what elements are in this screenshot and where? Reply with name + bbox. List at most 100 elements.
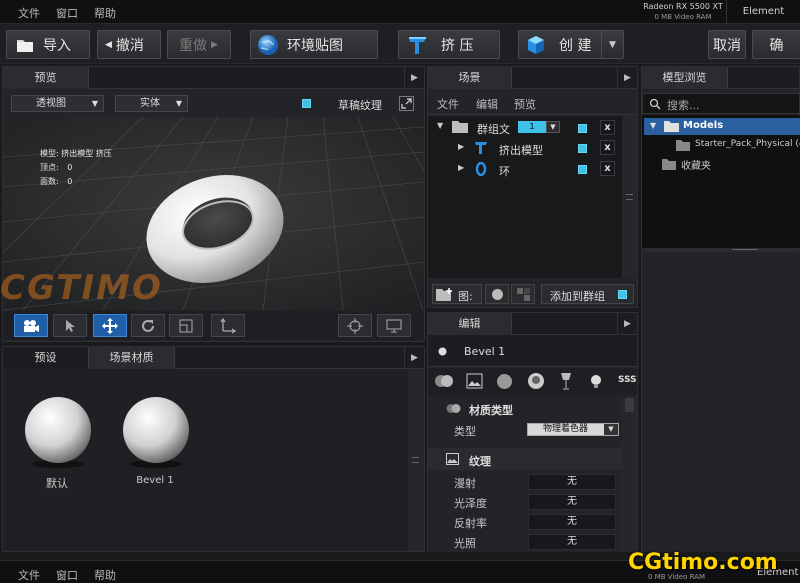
expand-down-icon[interactable]: ▼ [437,121,443,130]
glass-icon[interactable] [560,372,572,390]
add-to-group-button[interactable]: 添加到群组 [541,284,634,304]
edit-scrollbar[interactable] [622,396,637,552]
watermark-site: CGtimo.com [628,550,778,575]
view-mode-select[interactable]: 透视图 ▼ [11,95,104,112]
menu-bar: 文件 窗口 帮助 Radeon RX 5500 XT 0 MB Video RA… [0,0,800,24]
draft-texture-checkbox[interactable] [302,99,311,108]
image-icon [446,453,459,465]
tab-scene[interactable]: 场景 [428,67,512,89]
menu-window[interactable]: 窗口 [56,5,78,21]
scene-scrollbar[interactable] [622,116,637,278]
rotate-icon[interactable] [131,314,165,337]
undo-button[interactable]: ◀ 撤消 [97,30,161,59]
scale-icon[interactable] [169,314,203,337]
shade-mode-select[interactable]: 实体 ▼ [115,95,188,112]
texture-slot[interactable]: 无 [528,474,616,490]
presets-scrollbar[interactable] [408,369,424,551]
ok-button[interactable]: 确 [752,30,800,59]
tree-item-starter-pack[interactable]: Starter_Pack_Physical (4 [676,137,800,154]
scene-menu-preview[interactable]: 预览 [514,96,536,112]
arrow-left-icon: ◀ [105,39,112,50]
cancel-button[interactable]: 取消 [708,30,746,59]
browser-splitter[interactable] [642,248,800,252]
arrow-right-icon: ▶ [211,39,218,50]
delete-icon[interactable]: x [600,140,615,155]
scene-menu-edit[interactable]: 编辑 [476,96,498,112]
import-button[interactable]: 导入 [6,30,90,59]
env-sphere-icon[interactable] [527,372,545,390]
visibility-checkbox[interactable] [578,124,587,133]
browser-search-input[interactable]: 搜索... [642,93,800,114]
texture-row-diffuse: 漫射 无 [428,472,618,492]
menu-file[interactable]: 文件 [18,567,40,583]
material-swatch-default[interactable]: 默认 [22,392,92,491]
scene-header: 场景 ▶ [428,67,637,89]
delete-icon[interactable]: x [600,161,615,176]
sphere-icon [123,397,189,468]
sphere-icon [438,347,447,356]
expand-right-icon[interactable]: ▶ [458,163,464,172]
folder-icon [452,120,468,136]
tree-item-models[interactable]: ▼ Models [644,118,800,135]
tab-model-browser[interactable]: 模型浏览 [642,67,728,89]
tab-preview[interactable]: 预览 [3,67,89,89]
group-badge[interactable]: 1 [518,121,546,133]
chevron-down-icon[interactable]: ▼ [546,121,560,133]
scene-row-extrude[interactable]: ▶ 挤出模型 x [428,138,618,159]
scene-row-ring[interactable]: ▶ 环 x [428,159,618,180]
texture-slot[interactable]: 无 [528,514,616,530]
texture-slot[interactable]: 无 [528,494,616,510]
create-dropdown[interactable]: 创 建 ▼ [518,30,624,59]
visibility-checkbox[interactable] [578,165,587,174]
camera-icon[interactable] [14,314,48,337]
monitor-icon[interactable] [377,314,411,337]
texture-button[interactable] [511,284,535,304]
model-info: 模型: 挤出模型 挤压 顶点: 0 面数: 0 [40,149,112,186]
select-arrow-icon[interactable] [53,314,87,337]
type-label: 类型 [454,425,476,438]
sphere-icon [492,289,503,300]
light-bulb-icon[interactable] [587,372,605,390]
image-icon[interactable] [466,373,483,389]
scene-menu-file[interactable]: 文件 [437,96,459,112]
tab-edit[interactable]: 编辑 [428,313,512,335]
panel-arrow-icon[interactable]: ▶ [404,67,424,89]
tree-item-favorites[interactable]: 收藏夹 [662,156,800,173]
extrude-t-icon [407,34,429,56]
expand-icon[interactable] [399,96,414,111]
move-icon[interactable] [93,314,127,337]
folder-icon [676,140,690,151]
sphere-icon[interactable] [496,373,513,390]
tab-scene-materials[interactable]: 场景材质 [89,347,175,369]
extrude-button[interactable]: 挤 压 [398,30,500,59]
panel-arrow-icon[interactable]: ▶ [404,347,424,369]
panel-arrow-icon[interactable]: ▶ [617,313,637,335]
panel-arrow-icon[interactable]: ▶ [617,67,637,89]
dual-sphere-icon[interactable] [434,373,454,389]
scene-row-group[interactable]: ▼ 群组文 1 ▼ x [428,117,618,138]
material-swatch-bevel1[interactable]: Bevel 1 [120,392,190,486]
add-map-button[interactable]: 图: [432,284,482,304]
redo-button[interactable]: 重做 ▶ [167,30,231,59]
expand-down-icon[interactable]: ▼ [650,121,656,130]
chevron-down-icon: ▼ [91,99,98,108]
menu-window[interactable]: 窗口 [56,567,78,583]
axis-icon[interactable] [211,314,245,337]
menu-file[interactable]: 文件 [18,5,40,21]
expand-right-icon[interactable]: ▶ [458,142,464,151]
tab-presets[interactable]: 预设 [3,347,89,369]
menu-help[interactable]: 帮助 [94,5,116,21]
sss-icon[interactable]: SSS [618,375,637,385]
search-icon [649,98,661,110]
env-map-button[interactable]: 环境贴图 [250,30,378,59]
visibility-checkbox[interactable] [578,144,587,153]
texture-slot[interactable]: 无 [528,534,616,550]
add-to-group-checkbox[interactable] [618,290,627,299]
sphere-preview-button[interactable] [485,284,509,304]
material-type-select[interactable]: 物理着色器 ▼ [527,423,619,436]
edit-header: 编辑 ▶ [428,313,637,335]
target-icon[interactable] [338,314,372,337]
menu-help[interactable]: 帮助 [94,567,116,583]
texture-row-gloss: 光泽度 无 [428,492,618,512]
delete-icon[interactable]: x [600,120,615,135]
